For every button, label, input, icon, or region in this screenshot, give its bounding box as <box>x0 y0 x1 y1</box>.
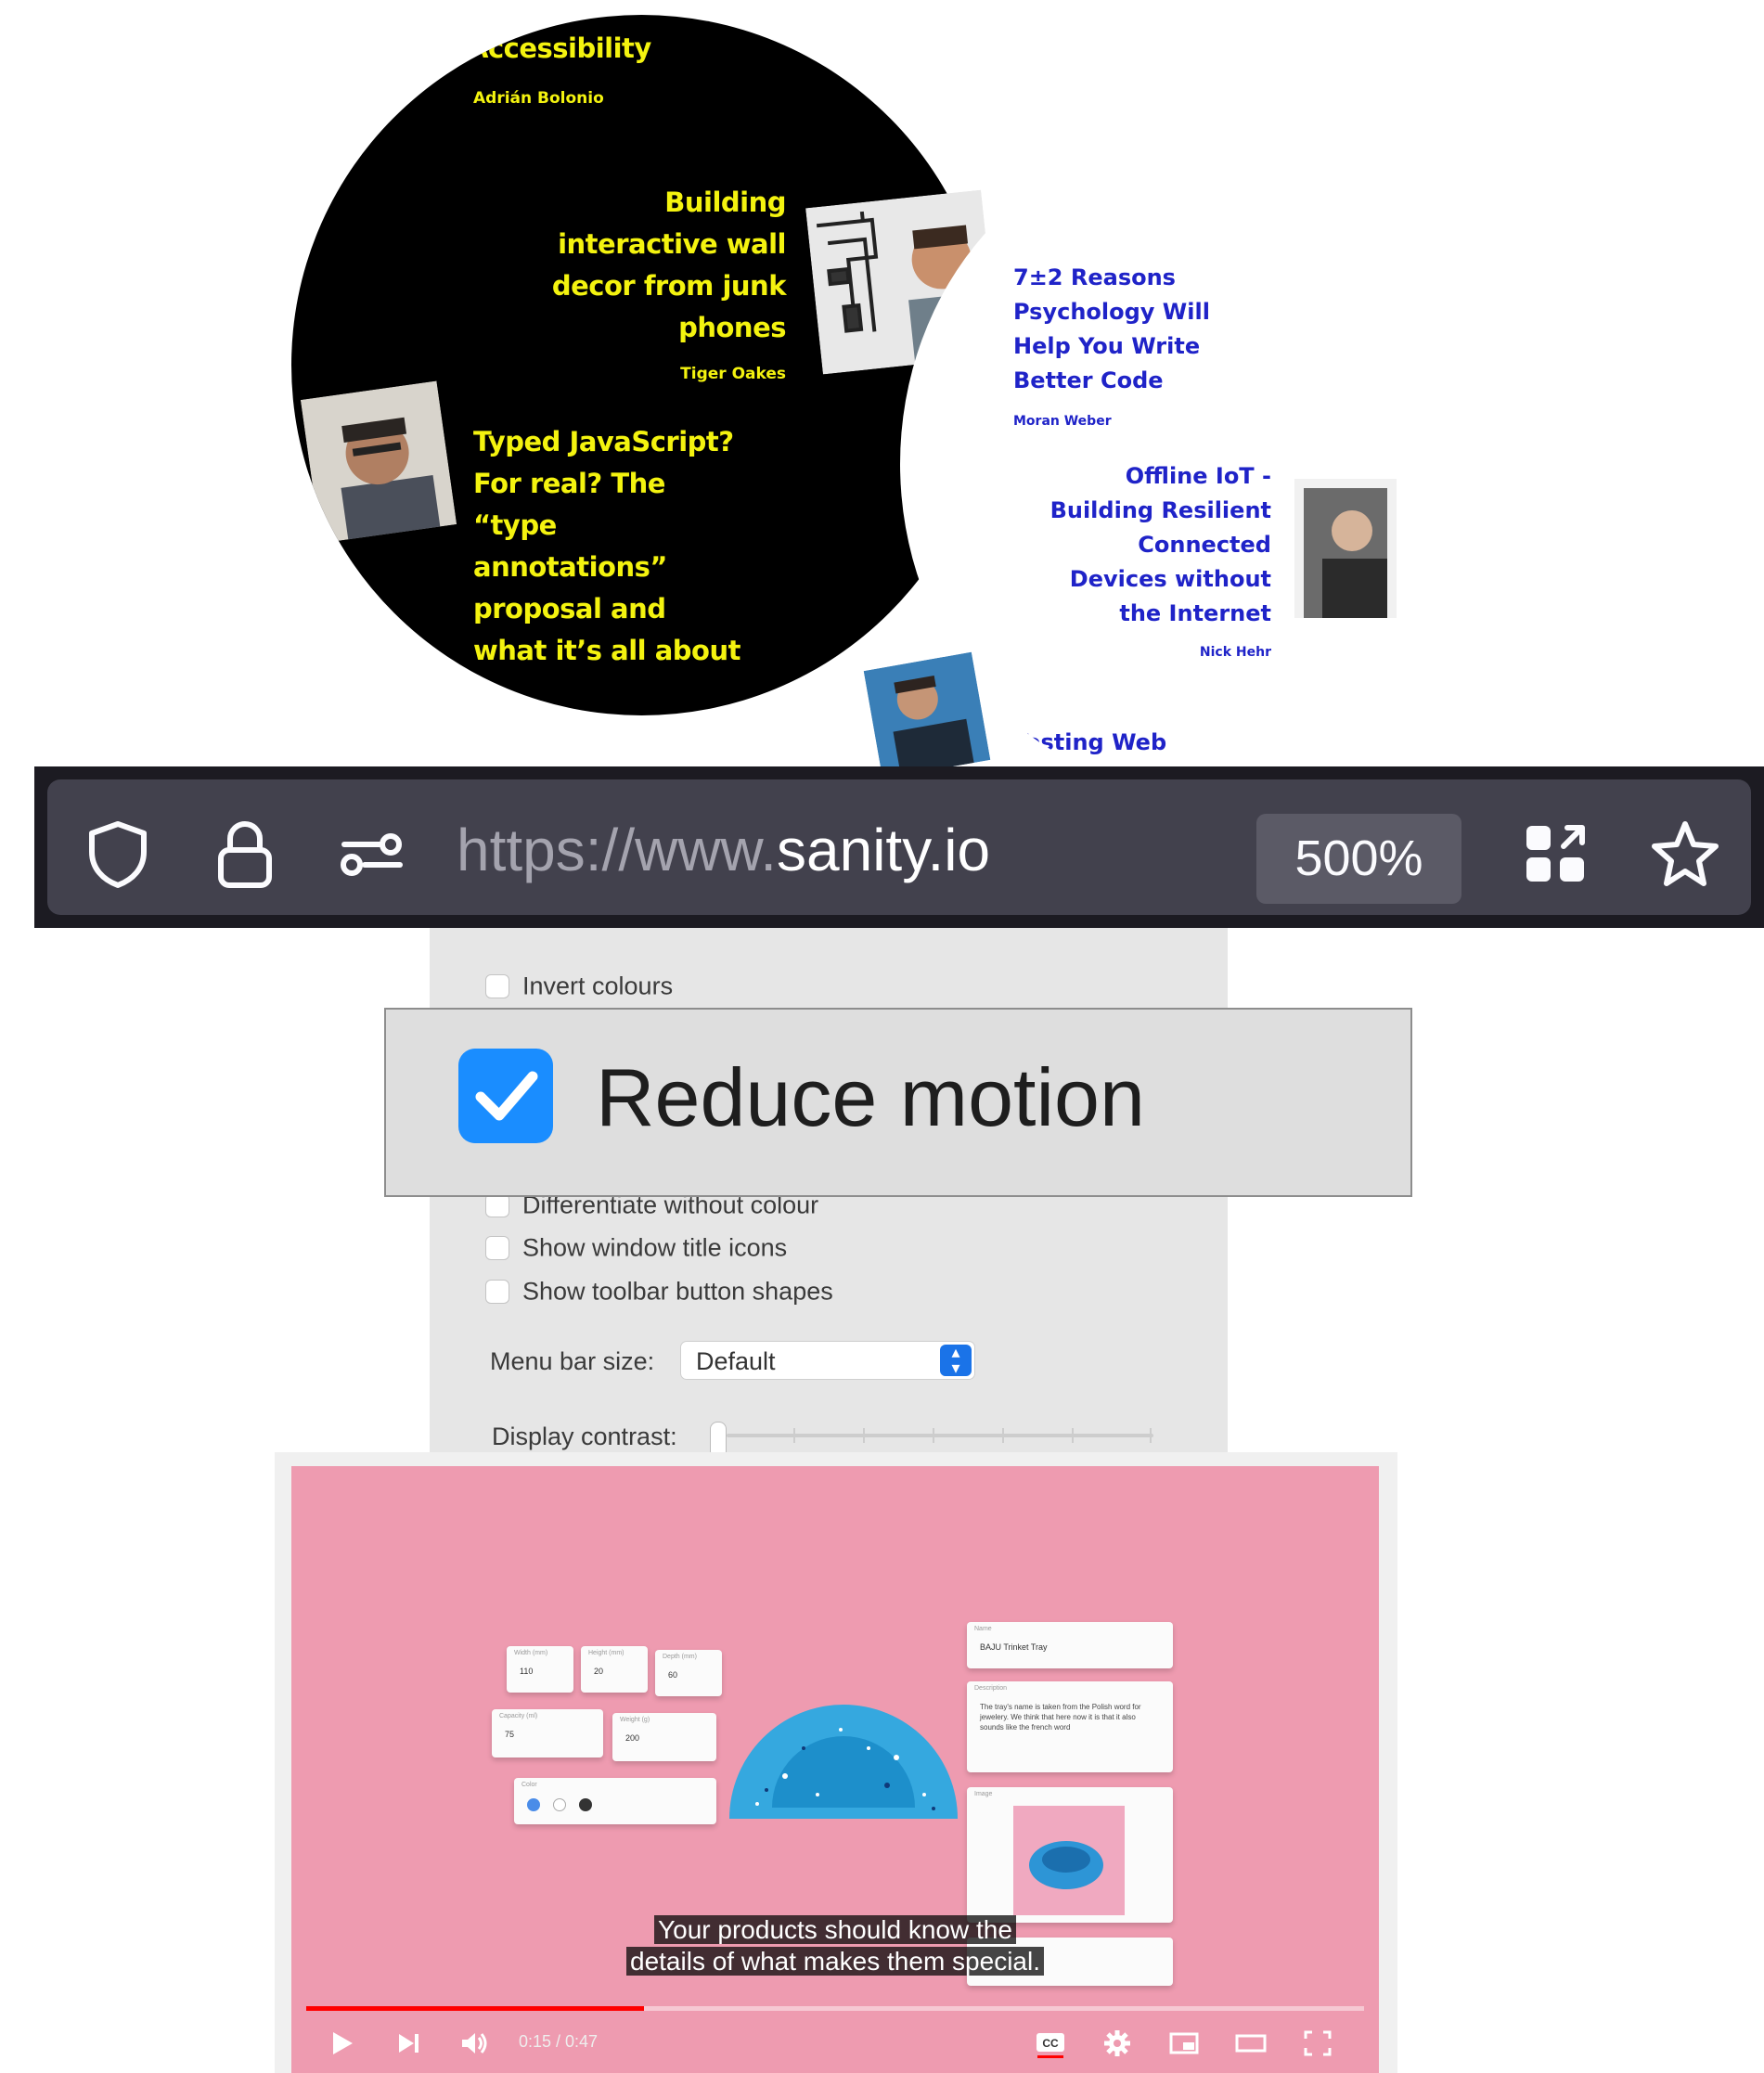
url-field-container[interactable]: https://www.sanity.io 500% <box>47 779 1751 915</box>
speaker-photo <box>863 651 991 779</box>
speaker-photo <box>300 380 457 544</box>
reduce-motion-checkbox[interactable] <box>458 1049 553 1143</box>
talk-speaker: Adrián Bolonio <box>473 89 604 108</box>
talk-title: 7±2 Reasons Psychology Will Help You Wri… <box>1013 264 1210 393</box>
settings-gear-icon[interactable] <box>1101 2027 1134 2060</box>
talk-title: Typed JavaScript? For real? The “type an… <box>473 426 740 666</box>
invert-colours-label: Invert colours <box>522 972 674 1000</box>
extensions-icon[interactable] <box>1519 817 1593 891</box>
url-scheme: https://www. <box>457 817 777 883</box>
video-timecode: 0:15 / 0:47 <box>519 2032 599 2051</box>
toolbar-shapes-label: Show toolbar button shapes <box>522 1277 833 1306</box>
miniplayer-icon[interactable] <box>1167 2027 1201 2060</box>
chevron-updown-icon: ▴ ▾ <box>940 1344 972 1376</box>
speaker-photo <box>1294 479 1397 618</box>
menu-bar-size-select[interactable]: Default ▴ ▾ <box>680 1341 975 1380</box>
toolbar-shapes-checkbox[interactable] <box>485 1279 509 1304</box>
field-card-description: Description The tray's name is taken from… <box>967 1681 1173 1772</box>
talk-title: Offline IoT - Building Resilient Connect… <box>1049 463 1271 626</box>
display-contrast-slider-track[interactable] <box>727 1428 1153 1443</box>
zoom-level-button[interactable]: 500% <box>1256 814 1461 904</box>
talk-speaker: Tiger Oakes <box>680 365 786 383</box>
next-icon[interactable] <box>392 2027 425 2060</box>
video-caption-line: Your products should know the <box>291 1913 1379 1947</box>
talk-title: Accessibility <box>468 32 651 64</box>
shield-icon[interactable] <box>81 817 155 891</box>
menu-bar-size-label: Menu bar size: <box>490 1347 655 1375</box>
talk-title: Building interactive wall decor from jun… <box>551 187 787 343</box>
invert-colours-option[interactable]: Invert colours <box>485 971 673 1000</box>
fullscreen-icon[interactable] <box>1301 2027 1334 2060</box>
lock-icon[interactable] <box>208 817 282 891</box>
reduce-motion-magnified: Reduce motion <box>384 1008 1412 1197</box>
url-host: sanity.io <box>777 817 991 883</box>
field-card-depth: Depth (mm) 60 <box>655 1650 722 1696</box>
field-card-image: Image <box>967 1787 1173 1923</box>
field-card-color: Color <box>514 1778 716 1824</box>
toolbar-shapes-option[interactable]: Show toolbar button shapes <box>485 1276 833 1306</box>
url-text[interactable]: https://www.sanity.io <box>457 813 990 887</box>
field-card-capacity: Capacity (ml) 75 <box>492 1709 603 1758</box>
permissions-icon[interactable] <box>335 817 409 891</box>
invert-colours-checkbox[interactable] <box>485 973 509 998</box>
field-card-name: Name BAJU Trinket Tray <box>967 1622 1173 1668</box>
play-icon[interactable] <box>325 2027 358 2060</box>
svg-text:CC: CC <box>1042 2037 1059 2050</box>
browser-url-bar: https://www.sanity.io 500% <box>34 766 1764 928</box>
video-player[interactable]: Width (mm) 110 Height (mm) 20 Depth (mm) 60… <box>291 1466 1379 2073</box>
window-title-icons-option[interactable]: Show window title icons <box>485 1232 787 1262</box>
video-progress-played <box>306 2006 644 2011</box>
video-caption-line: details of what makes them special. <box>291 1945 1379 1978</box>
field-card-weight: Weight (g) 200 <box>612 1713 716 1761</box>
window-title-icons-checkbox[interactable] <box>485 1235 509 1260</box>
field-card-width: Width (mm) 110 <box>507 1646 573 1693</box>
volume-icon[interactable] <box>458 2027 492 2060</box>
talk-speaker: Moran Weber <box>1013 414 1112 429</box>
window-title-icons-label: Show window title icons <box>522 1233 788 1262</box>
talk-speaker: Nick Hehr <box>1199 645 1271 660</box>
captions-icon[interactable]: CC <box>1034 2027 1067 2060</box>
star-icon[interactable] <box>1648 817 1722 891</box>
field-card-height: Height (mm) 20 <box>581 1646 648 1693</box>
talk-collage-light: 7±2 Reasons Psychology Will Help You Wri… <box>900 139 1475 789</box>
talk-title: Testing Web <box>1013 729 1167 755</box>
menu-bar-size-value: Default <box>696 1347 776 1375</box>
product-tray-image <box>729 1705 958 1819</box>
theater-mode-icon[interactable] <box>1234 2027 1268 2060</box>
display-contrast-label: Display contrast: <box>492 1423 677 1450</box>
video-progress-bar[interactable] <box>306 2006 1364 2011</box>
reduce-motion-label: Reduce motion <box>596 1051 1145 1143</box>
